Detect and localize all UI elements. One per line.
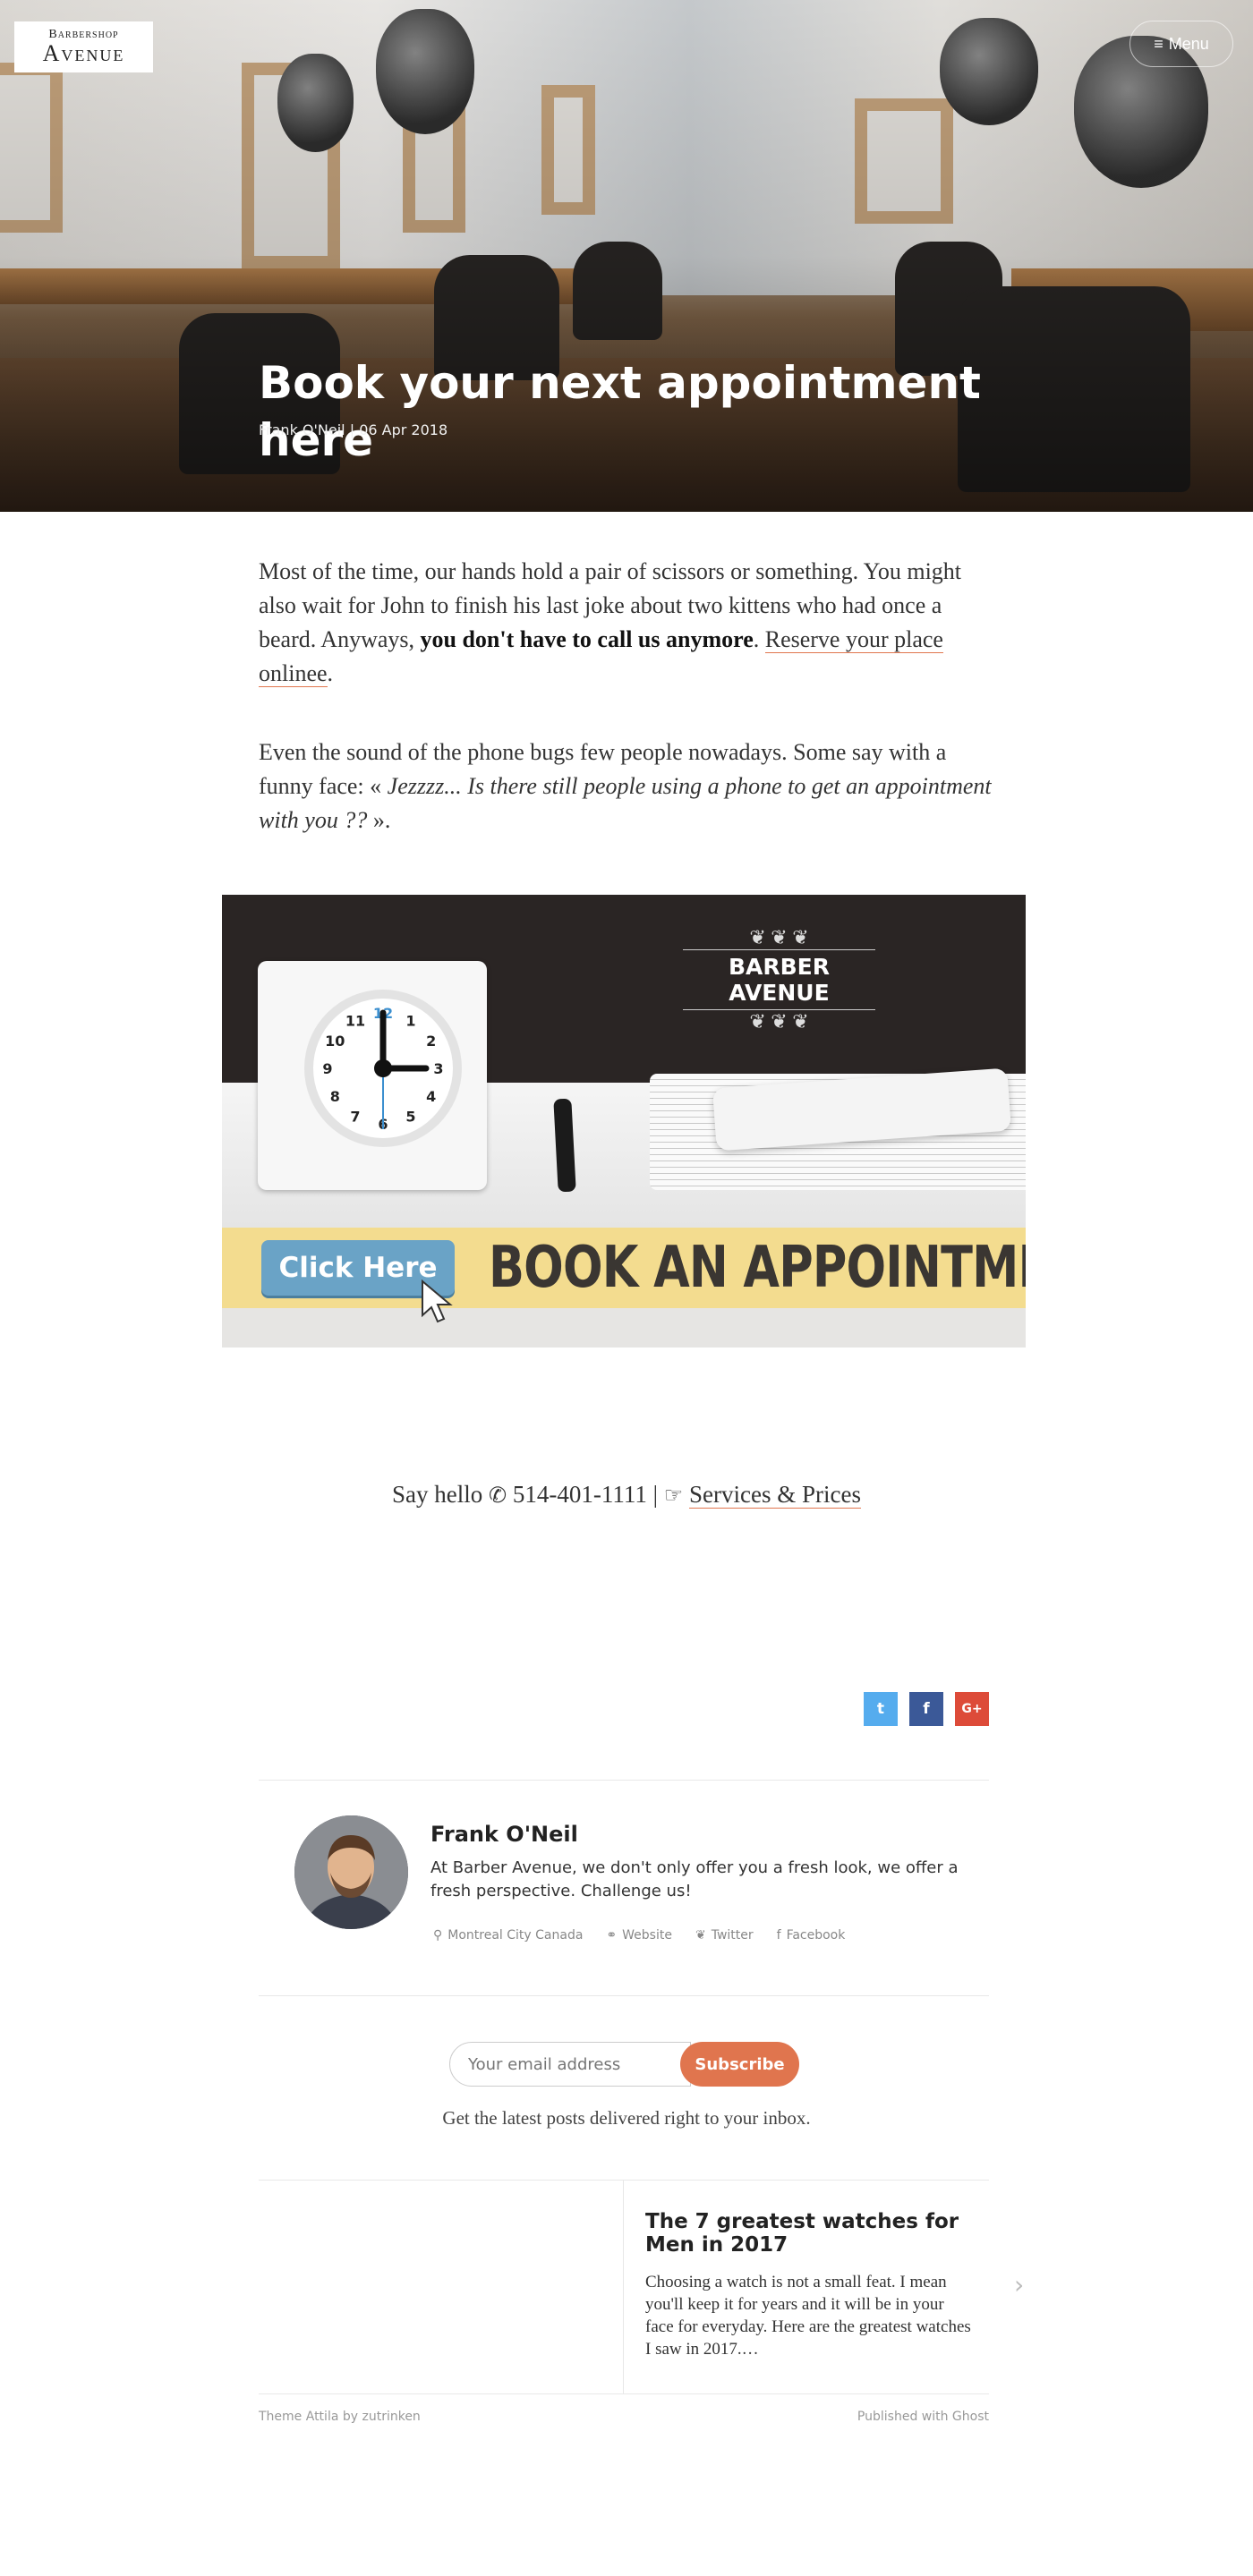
clock-number: 9 — [322, 1060, 332, 1077]
website-text: Website — [622, 1928, 672, 1943]
menu-button[interactable]: ≡ Menu — [1129, 21, 1233, 67]
twitter-icon: ❦ — [695, 1928, 706, 1943]
meta-separator: | — [349, 421, 355, 438]
ornament-icon: ❦ ❦ ❦ — [749, 1010, 809, 1033]
link-icon: ⚭ — [606, 1928, 618, 1943]
banner-headline: BOOK AN APPOINTMENT — [489, 1235, 1026, 1301]
paragraph-2: Even the sound of the phone bugs few peo… — [259, 735, 993, 837]
paragraph-1: Most of the time, our hands hold a pair … — [259, 555, 993, 691]
post-author[interactable]: Frank O'Neil — [259, 421, 345, 438]
post-nav-divider — [623, 2181, 624, 2393]
subscribe-note: Get the latest posts delivered right to … — [442, 2107, 811, 2129]
brand-name: BARBER AVENUE — [683, 949, 875, 1010]
author-website-link[interactable]: ⚭ Website — [606, 1928, 672, 1943]
services-link[interactable]: Services & Prices — [689, 1481, 861, 1509]
divider — [259, 2180, 989, 2181]
facebook-icon: f — [776, 1928, 781, 1943]
next-post-excerpt: Choosing a watch is not a small feat. I … — [645, 2273, 971, 2359]
chevron-right-icon[interactable]: › — [1014, 2270, 1024, 2300]
divider — [259, 1780, 989, 1781]
clock-icon: 121234567891011 — [258, 961, 487, 1190]
clock-number: 8 — [330, 1088, 340, 1105]
cursor-icon — [422, 1279, 453, 1323]
clock-number: 1 — [405, 1012, 415, 1029]
banner-brand: ❦ ❦ ❦ BARBER AVENUE ❦ ❦ ❦ — [683, 926, 875, 1033]
phone-number[interactable]: 514-401-1111 — [513, 1481, 647, 1508]
ghost-credit[interactable]: Published with Ghost — [806, 2410, 989, 2424]
clock-number: 2 — [426, 1033, 436, 1050]
menu-label: Menu — [1168, 34, 1209, 53]
clock-number: 7 — [350, 1109, 360, 1126]
facebook-text: Facebook — [786, 1928, 846, 1943]
clock-number: 11 — [345, 1012, 365, 1029]
twitter-share-button[interactable]: t — [864, 1692, 898, 1726]
logo-line2: Avenue — [42, 40, 125, 66]
twitter-text: Twitter — [711, 1928, 754, 1943]
bold-text: you don't have to call us anymore — [420, 626, 754, 652]
contact-line: Say hello ✆ 514-401-1111 | ☞ Services & … — [0, 1481, 1253, 1509]
post-meta: Frank O'Neil | 06 Apr 2018 — [259, 421, 448, 438]
google-plus-icon: G+ — [961, 1702, 983, 1716]
hamburger-icon: ≡ — [1154, 34, 1164, 53]
google-share-button[interactable]: G+ — [955, 1692, 989, 1726]
clock-number: 10 — [325, 1033, 345, 1050]
divider — [259, 2393, 989, 2394]
clock-number: 5 — [405, 1109, 415, 1126]
location-pin-icon: ⚲ — [433, 1928, 443, 1943]
location-text: Montreal City Canada — [448, 1928, 584, 1943]
contact-separator: | — [652, 1481, 659, 1508]
text: . — [753, 626, 765, 652]
author-name[interactable]: Frank O'Neil — [430, 1822, 578, 1847]
author-links: ⚲ Montreal City Canada ⚭ Website ❦ Twitter … — [433, 1928, 845, 1943]
say-hello-text: Say hello — [392, 1481, 483, 1508]
theme-credit[interactable]: Theme Attila by zutrinken — [259, 2410, 421, 2424]
divider — [259, 1995, 989, 1996]
facebook-share-button[interactable]: f — [909, 1692, 943, 1726]
text: . — [327, 660, 334, 686]
author-location: ⚲ Montreal City Canada — [433, 1928, 583, 1943]
facebook-icon: f — [923, 1700, 930, 1718]
appointment-banner[interactable]: 121234567891011 ❦ ❦ ❦ BARBER AVENUE ❦ ❦ … — [222, 895, 1026, 1348]
text: ». — [367, 807, 391, 833]
clock-number: 3 — [433, 1060, 443, 1077]
page-title: Book your next appointment here — [259, 357, 981, 466]
twitter-icon: t — [876, 1700, 885, 1718]
post-date: 06 Apr 2018 — [359, 421, 448, 438]
article-body: Most of the time, our hands hold a pair … — [259, 555, 993, 882]
clock-number: 4 — [426, 1088, 436, 1105]
clock-face: 121234567891011 — [304, 990, 462, 1147]
avatar[interactable] — [294, 1815, 408, 1929]
author-bio: At Barber Avenue, we don't only offer yo… — [430, 1858, 959, 1900]
pointing-hand-icon: ☞ — [663, 1483, 684, 1508]
author-facebook-link[interactable]: f Facebook — [777, 1928, 846, 1943]
phone-icon: ✆ — [489, 1483, 507, 1508]
next-post-title[interactable]: The 7 greatest watches for Men in 2017 — [645, 2210, 985, 2257]
ornament-icon: ❦ ❦ ❦ — [749, 926, 809, 948]
email-field[interactable] — [449, 2042, 691, 2087]
subscribe-button[interactable]: Subscribe — [680, 2042, 799, 2087]
author-photo — [294, 1815, 408, 1929]
site-logo[interactable]: Barbershop Avenue — [14, 21, 153, 72]
author-twitter-link[interactable]: ❦ Twitter — [695, 1928, 754, 1943]
